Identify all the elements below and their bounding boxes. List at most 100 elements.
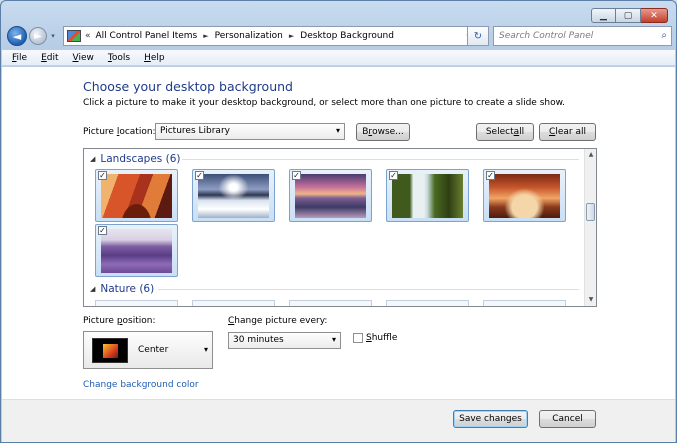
picture-position-label: Picture position: — [83, 316, 156, 326]
minimize-button[interactable]: ▁ — [591, 8, 616, 23]
collapse-arrow-icon[interactable]: ◢ — [90, 285, 95, 293]
group-divider — [158, 289, 579, 290]
picture-location-select[interactable]: Pictures Library ▾ — [155, 123, 345, 140]
menu-view-label: iew — [78, 52, 94, 63]
back-arrow-icon: ◄ — [12, 29, 22, 43]
thumbnail-nature-1[interactable] — [95, 300, 178, 306]
label-part: owse... — [372, 127, 404, 137]
maximize-button[interactable]: ▢ — [616, 8, 641, 23]
checkbox-checked-icon[interactable]: ✓ — [292, 171, 301, 180]
thumbnail-nature-3[interactable] — [289, 300, 372, 306]
forward-arrow-icon: ► — [34, 30, 42, 42]
shuffle-label: Shuffle — [366, 333, 397, 343]
address-overflow-icon[interactable]: « — [85, 31, 91, 41]
select-all-button[interactable]: Select a ll — [476, 123, 534, 141]
picture-location-label: Picture location: — [83, 127, 156, 137]
address-bar[interactable]: « All Control Panel Items ► Personalizat… — [63, 26, 475, 46]
checkbox-checked-icon[interactable]: ✓ — [486, 171, 495, 180]
label-part: Picture — [83, 316, 117, 326]
forward-button[interactable]: ► — [29, 27, 47, 45]
group-title-nature: Nature (6) — [100, 283, 155, 295]
close-button[interactable]: ✕ — [641, 8, 668, 23]
thumbnail-rock-arch[interactable]: ✓ — [483, 169, 566, 222]
caption-buttons: ▁ ▢ ✕ — [591, 8, 668, 23]
recent-pages-button[interactable]: ▾ — [48, 32, 58, 40]
label-part: ll — [519, 127, 525, 137]
thumbnail-nature-5[interactable] — [483, 300, 566, 306]
chevron-down-icon: ▾ — [203, 345, 208, 354]
menu-edit-label: dit — [46, 52, 59, 63]
thumbnail-nature-4[interactable] — [386, 300, 469, 306]
navigation-bar: ◄ ► ▾ « All Control Panel Items ► Person… — [7, 25, 672, 47]
search-icon[interactable]: ⌕ — [661, 30, 667, 41]
icy-lake-image — [198, 174, 269, 218]
refresh-icon: ↻ — [473, 30, 483, 42]
checkbox-checked-icon[interactable]: ✓ — [98, 171, 107, 180]
clear-all-button[interactable]: Clear all — [539, 123, 596, 141]
breadcrumb-desktop-background[interactable]: Desktop Background — [300, 31, 394, 41]
breadcrumb-separator-icon[interactable]: ► — [289, 32, 294, 40]
page-title: Choose your desktop background — [83, 79, 293, 94]
label-part: lear all — [555, 127, 586, 137]
scroll-down-icon[interactable]: ▼ — [585, 294, 596, 306]
picture-position-value: Center — [138, 345, 169, 355]
breadcrumb-personalization[interactable]: Personalization — [215, 31, 283, 41]
cancel-button[interactable]: Cancel — [539, 410, 596, 428]
back-button[interactable]: ◄ — [7, 26, 27, 46]
breadcrumb-all-items[interactable]: All Control Panel Items — [96, 31, 198, 41]
label-part: Select — [485, 127, 514, 137]
menu-view[interactable]: View — [73, 53, 94, 63]
thumbnail-sunset-sea[interactable]: ✓ — [289, 169, 372, 222]
thumbnail-icy-lake[interactable]: ✓ — [192, 169, 275, 222]
shuffle-option[interactable]: Shuffle — [353, 333, 397, 343]
sunset-sea-image — [295, 174, 366, 218]
picture-location-value: Pictures Library — [160, 126, 230, 136]
search-box[interactable]: Search Control Panel ⌕ — [493, 26, 672, 46]
label-part: ocation: — [119, 127, 156, 137]
menu-tools[interactable]: Tools — [108, 53, 130, 63]
breadcrumb-separator-icon[interactable]: ► — [203, 32, 208, 40]
collapse-arrow-icon[interactable]: ◢ — [90, 155, 95, 163]
lavender-field-image — [101, 229, 172, 273]
waterfall-image — [392, 174, 463, 218]
checkbox-checked-icon[interactable]: ✓ — [389, 171, 398, 180]
group-title-landscapes: Landscapes (6) — [100, 153, 181, 165]
control-panel-icon — [67, 30, 81, 42]
menu-help[interactable]: Help — [144, 53, 165, 63]
dialog-footer: Save changes Cancel — [2, 399, 675, 442]
thumbnail-waterfall[interactable]: ✓ — [386, 169, 469, 222]
label-part: osition: — [122, 316, 156, 326]
rock-arch-image — [489, 174, 560, 218]
thumbnail-lavender-field[interactable]: ✓ — [95, 224, 178, 277]
save-changes-button[interactable]: Save changes — [453, 410, 528, 428]
scrollbar-thumb[interactable] — [586, 203, 595, 221]
menu-file[interactable]: File — [12, 53, 27, 63]
group-header-landscapes[interactable]: ◢ Landscapes (6) — [90, 152, 180, 166]
picture-gallery[interactable]: ◢ Landscapes (6) ✓ ✓ ✓ ✓ ✓ ✓ ◢ Nature (6… — [83, 148, 597, 307]
label-part: Picture — [83, 127, 117, 137]
canyon-image — [101, 174, 172, 218]
chevron-down-icon: ▾ — [335, 126, 340, 135]
search-input[interactable]: Search Control Panel — [499, 31, 593, 41]
gallery-scrollbar[interactable]: ▲ ▼ — [584, 149, 596, 306]
content-area: Choose your desktop background Click a p… — [2, 67, 675, 399]
menu-tools-label: ools — [111, 52, 131, 63]
picture-position-select[interactable]: Center ▾ — [83, 331, 213, 369]
menu-edit[interactable]: Edit — [41, 53, 58, 63]
checkbox-checked-icon[interactable]: ✓ — [195, 171, 204, 180]
scroll-up-icon[interactable]: ▲ — [585, 149, 596, 161]
group-divider — [182, 159, 579, 160]
change-background-color-link[interactable]: Change background color — [83, 380, 199, 390]
thumbnail-nature-2[interactable] — [192, 300, 275, 306]
group-header-nature[interactable]: ◢ Nature (6) — [90, 282, 154, 296]
position-preview-icon — [92, 338, 128, 363]
shuffle-checkbox[interactable] — [353, 333, 363, 343]
refresh-button[interactable]: ↻ — [467, 26, 489, 46]
change-interval-select[interactable]: 30 minutes ▾ — [228, 332, 341, 349]
change-interval-label: Change picture every: — [228, 316, 327, 326]
thumbnail-canyon[interactable]: ✓ — [95, 169, 178, 222]
browse-button[interactable]: Br owse... — [356, 123, 410, 141]
menu-bar: File Edit View Tools Help — [2, 50, 675, 66]
chevron-down-icon: ▾ — [331, 335, 336, 344]
checkbox-checked-icon[interactable]: ✓ — [98, 226, 107, 235]
